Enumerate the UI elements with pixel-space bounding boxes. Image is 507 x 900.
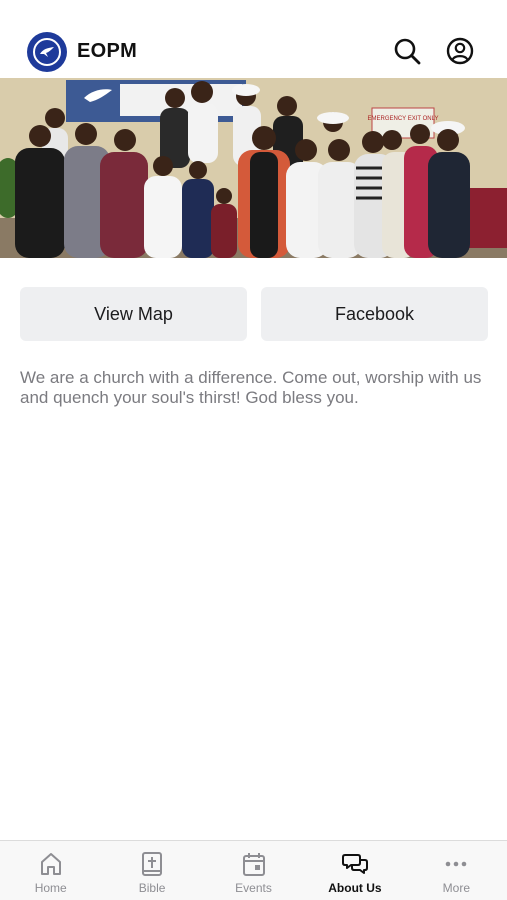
facebook-button[interactable]: Facebook	[261, 287, 488, 341]
about-description: We are a church with a difference. Come …	[20, 368, 482, 407]
app-header: EOPM	[0, 0, 507, 78]
tab-home[interactable]: Home	[0, 841, 101, 900]
more-dots-icon	[446, 861, 467, 867]
account-icon[interactable]	[445, 36, 475, 66]
bottom-tab-bar: Home Bible Events About Us More	[0, 840, 507, 900]
tab-home-label: Home	[34, 881, 67, 895]
exit-sign-text: EMERGENCY EXIT ONLY	[367, 116, 438, 122]
search-icon[interactable]	[392, 36, 422, 66]
home-icon	[40, 853, 61, 875]
church-group-photo: EMERGENCY EXIT ONLY	[0, 78, 507, 258]
tab-about-us-label: About Us	[328, 881, 382, 895]
calendar-icon	[242, 853, 265, 876]
tab-about-us[interactable]: About Us	[304, 841, 405, 900]
view-map-button[interactable]: View Map	[20, 287, 247, 341]
app-title: EOPM	[77, 40, 138, 62]
tab-more[interactable]: More	[406, 841, 507, 900]
chat-bubbles-icon	[341, 854, 368, 874]
tab-more-label: More	[442, 881, 470, 895]
tab-events[interactable]: Events	[203, 841, 304, 900]
bible-icon	[142, 852, 163, 876]
tab-bible-label: Bible	[138, 881, 166, 895]
dove-logo-icon	[27, 32, 67, 72]
tab-bible[interactable]: Bible	[101, 841, 202, 900]
tab-events-label: Events	[235, 881, 272, 895]
